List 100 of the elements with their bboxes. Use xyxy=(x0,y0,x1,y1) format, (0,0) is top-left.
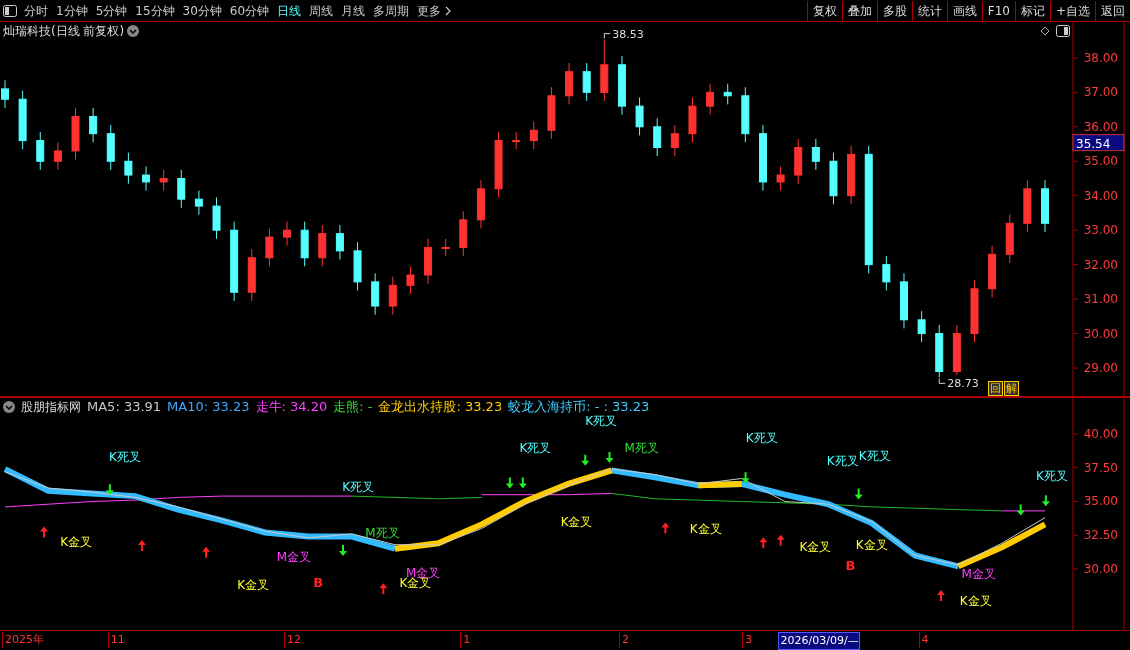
toolbar-button[interactable]: 统计 xyxy=(911,0,947,21)
period-tab[interactable]: 15分钟 xyxy=(131,0,179,21)
candlestick xyxy=(371,272,380,316)
toolbar-button[interactable]: 画线 xyxy=(946,0,982,21)
signal-label: K死叉 xyxy=(858,448,891,463)
axis-label: 40.00 xyxy=(1083,427,1118,441)
candlestick xyxy=(600,39,609,102)
toolbar-button[interactable]: 返回 xyxy=(1095,0,1130,21)
date-label: 4 xyxy=(918,632,929,648)
candlestick xyxy=(265,227,274,267)
toolbar-button[interactable]: F10 xyxy=(981,0,1015,21)
signal-label: M金叉 xyxy=(961,567,996,582)
axis-label: 32.00 xyxy=(1083,257,1118,272)
signal-label: K金叉 xyxy=(959,594,992,609)
panel-icon[interactable] xyxy=(1056,24,1070,37)
date-label: 12 xyxy=(284,632,302,648)
toolbar-button[interactable]: 多股 xyxy=(876,0,912,21)
date-label: 2 xyxy=(618,632,629,648)
candlestick xyxy=(900,272,908,329)
indicator-name: 股朋指标网 xyxy=(21,398,81,416)
up-arrow-icon xyxy=(759,537,768,549)
diamond-icon[interactable] xyxy=(1040,25,1050,36)
signal-label: K死叉 xyxy=(745,431,778,446)
candlestick xyxy=(388,276,397,316)
period-tab[interactable]: 60分钟 xyxy=(225,0,274,21)
candlestick xyxy=(741,86,750,143)
signal-label: K死叉 xyxy=(342,479,375,494)
signal-label: M死叉 xyxy=(624,440,659,455)
candlestick xyxy=(212,196,221,240)
period-tab[interactable]: 更多 xyxy=(413,0,446,21)
date-label: 1 xyxy=(460,632,471,648)
axis-label: 35.00 xyxy=(1083,494,1118,509)
candlestick xyxy=(424,238,433,285)
period-tab[interactable]: 30分钟 xyxy=(178,0,226,21)
date-label: 3 xyxy=(742,632,753,648)
signal-label: K金叉 xyxy=(799,540,832,555)
up-arrow-icon xyxy=(937,590,945,601)
tool-badge[interactable]: 解 xyxy=(1004,381,1019,396)
candlestick xyxy=(758,124,767,192)
candlestick xyxy=(688,97,697,143)
candlestick xyxy=(36,131,45,171)
candlestick xyxy=(776,165,785,192)
candlestick xyxy=(829,152,838,205)
candlestick xyxy=(635,97,644,136)
signal-label: M死叉 xyxy=(365,525,400,540)
signal-label: K金叉 xyxy=(855,537,888,552)
toolbar-button[interactable]: 复权 xyxy=(806,0,842,21)
toolbar-button[interactable]: 叠加 xyxy=(841,0,877,21)
candlestick xyxy=(935,324,944,378)
chevron-down-icon[interactable] xyxy=(3,400,15,413)
down-arrow-icon xyxy=(1016,504,1025,516)
candlestick xyxy=(811,138,820,171)
period-tab[interactable]: 5分钟 xyxy=(91,0,132,21)
chevron-down-icon[interactable] xyxy=(127,24,140,37)
axis-label: 36.00 xyxy=(1083,119,1118,134)
candlestick xyxy=(318,224,327,267)
candlestick xyxy=(794,138,803,185)
axis-label: 37.00 xyxy=(1083,85,1118,100)
candlestick xyxy=(1005,214,1014,264)
down-arrow-icon xyxy=(605,451,614,463)
candlestick xyxy=(882,255,891,291)
last-price-tag: 35.54 xyxy=(1072,134,1125,152)
chevron-right-icon[interactable] xyxy=(445,5,452,16)
candlestick xyxy=(476,179,485,229)
signal-label: K死叉 xyxy=(519,440,552,455)
sidebar-toggle-icon[interactable] xyxy=(3,4,17,17)
candlestick xyxy=(142,165,150,192)
candlestick xyxy=(617,55,626,116)
down-arrow-icon xyxy=(505,477,514,489)
candlestick xyxy=(952,324,961,376)
toolbar-button[interactable]: 标记 xyxy=(1014,0,1050,21)
tool-badge[interactable]: 回 xyxy=(988,381,1003,396)
chart-title: 灿瑞科技(日线 前复权) xyxy=(3,22,125,40)
period-tab[interactable]: 分时 xyxy=(20,0,52,21)
signal-label: K金叉 xyxy=(237,578,270,593)
up-arrow-icon xyxy=(137,540,146,552)
date-label: 2026/03/09/— xyxy=(777,632,860,650)
period-tab[interactable]: 月线 xyxy=(337,0,370,21)
indicator-reading: 金龙出水持股: 33.23 xyxy=(378,397,503,416)
signal-label: B xyxy=(313,574,324,590)
date-label: 11 xyxy=(107,632,125,648)
candlestick xyxy=(565,62,574,105)
candlestick xyxy=(988,245,997,298)
toolbar-button[interactable]: +自选 xyxy=(1049,0,1095,21)
candlestick xyxy=(194,190,203,216)
candlestick xyxy=(670,124,679,157)
price-annotation: 28.73 xyxy=(947,377,979,391)
candlestick xyxy=(124,152,133,185)
signal-label: B xyxy=(845,558,856,574)
candlestick xyxy=(512,131,521,150)
period-tab[interactable]: 多周期 xyxy=(369,0,414,21)
signal-label: K金叉 xyxy=(60,535,92,550)
period-tab[interactable]: 周线 xyxy=(305,0,338,21)
period-tab[interactable]: 1分钟 xyxy=(52,0,92,21)
period-tab[interactable]: 日线 xyxy=(273,0,306,21)
candlestick xyxy=(494,131,503,198)
axis-label: 29.00 xyxy=(1083,361,1118,376)
price-annotation: 38.53 xyxy=(612,27,644,41)
candlestick xyxy=(1041,179,1049,233)
candlestick xyxy=(283,221,292,247)
